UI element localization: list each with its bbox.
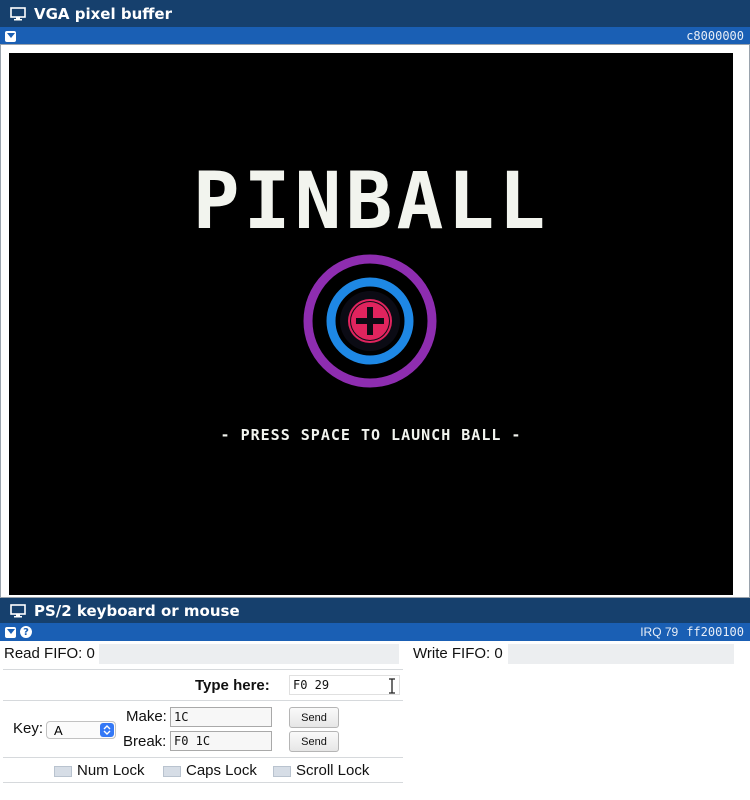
write-fifo-label: Write FIFO: 0	[413, 645, 503, 662]
make-label: Make:	[126, 708, 167, 725]
break-input[interactable]: F0 1C	[170, 731, 272, 751]
break-label: Break:	[123, 733, 167, 750]
key-select[interactable]: A	[46, 721, 116, 739]
chevron-updown-icon	[100, 723, 114, 737]
key-label: Key:	[13, 720, 44, 737]
type-here-input[interactable]: F0 29	[289, 675, 400, 695]
vga-frame: PINBALL - PRESS SPACE TO LAUNCH BALL -	[0, 44, 750, 598]
read-fifo-bar	[99, 644, 399, 664]
caps-lock-label: Caps Lock	[186, 762, 257, 779]
divider	[3, 700, 403, 701]
make-value: 1C	[174, 710, 189, 724]
collapse-icon[interactable]	[5, 30, 16, 42]
game-title: PINBALL	[192, 157, 550, 247]
vga-address: c8000000	[686, 29, 744, 43]
type-here-value: F0 29	[293, 678, 330, 692]
scroll-lock-indicator	[273, 766, 291, 777]
make-input[interactable]: 1C	[170, 707, 272, 727]
vga-subbar: c8000000	[0, 27, 750, 45]
vga-titlebar: VGA pixel buffer	[0, 0, 750, 27]
num-lock-indicator	[54, 766, 72, 777]
cross-mark	[350, 301, 390, 341]
divider	[3, 757, 403, 758]
divider	[3, 669, 403, 670]
divider	[3, 782, 403, 783]
monitor-icon	[10, 6, 26, 21]
vga-screen[interactable]: PINBALL - PRESS SPACE TO LAUNCH BALL -	[9, 53, 733, 595]
read-fifo-label: Read FIFO: 0	[4, 645, 95, 662]
write-fifo-bar	[508, 644, 734, 664]
type-here-label: Type here:	[195, 677, 270, 694]
key-select-value: A	[54, 722, 63, 738]
game-prompt: - PRESS SPACE TO LAUNCH BALL -	[220, 426, 522, 444]
send-break-button[interactable]: Send	[289, 731, 339, 752]
text-cursor-icon	[389, 678, 395, 694]
ps2-panel: Read FIFO: 0 Write FIFO: 0 Type here: F0…	[0, 598, 750, 800]
caps-lock-indicator	[163, 766, 181, 777]
num-lock-label: Num Lock	[77, 762, 145, 779]
vga-title: VGA pixel buffer	[34, 4, 172, 23]
send-make-button[interactable]: Send	[289, 707, 339, 728]
scroll-lock-label: Scroll Lock	[296, 762, 370, 779]
break-value: F0 1C	[174, 734, 211, 748]
